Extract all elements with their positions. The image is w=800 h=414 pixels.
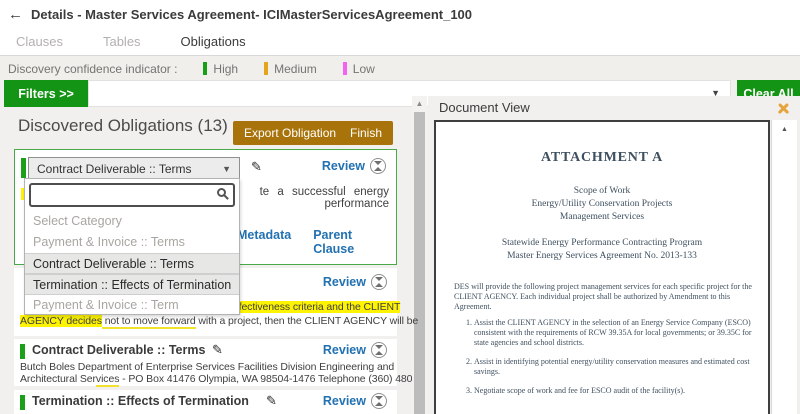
obligation-text-line: Architectural Services - PO Box 41476 Ol… [20, 373, 416, 385]
page-title: Details - Master Services Agreement- ICI… [31, 7, 472, 22]
pending-review-hourglass-icon [371, 342, 387, 358]
discovered-obligations-heading: Discovered Obligations (13) [18, 116, 228, 136]
obligation-card-3: Contract Deliverable :: Terms ✎ Review B… [14, 339, 397, 386]
dropdown-option-payment-invoice-term[interactable]: Payment & Invoice :: Term [25, 295, 239, 315]
document-scrollbar[interactable]: ▲ [771, 120, 797, 414]
underlined-text: not to move forward [102, 315, 196, 329]
confidence-indicator-bar: Discovery confidence indicator : High Me… [0, 57, 800, 80]
app-window: ← Details - Master Services Agreement- I… [0, 0, 800, 414]
review-link[interactable]: Review [323, 394, 366, 408]
plain-text: with a project, then the CLIENT AGENCY w… [196, 315, 419, 327]
category-select-value: Contract Deliverable :: Terms [37, 162, 192, 176]
doc-heading: ATTACHMENT A [436, 150, 768, 166]
scroll-up-arrow-icon[interactable]: ▲ [772, 126, 797, 133]
plain-text: Architectural Ser [20, 373, 96, 385]
parent-clause-link[interactable]: Parent Clause [313, 228, 396, 256]
underlined-text: vices [96, 373, 119, 387]
chevron-down-icon: ▼ [222, 164, 231, 174]
high-confidence-swatch-icon [203, 62, 207, 75]
edit-pencil-icon[interactable]: ✎ [212, 342, 223, 358]
document-view-title: Document View [439, 100, 530, 115]
low-confidence-swatch-icon [343, 62, 347, 75]
document-view-header: Document View [428, 96, 800, 120]
doc-list-item: Assist in identifying potential energy/u… [474, 357, 754, 377]
high-confidence-label: High [213, 62, 238, 76]
doc-subtitle: Scope of Work [436, 186, 768, 196]
obligation-card-4: Termination :: Effects of Termination ✎ … [14, 390, 397, 414]
pending-review-hourglass-icon [371, 393, 387, 409]
back-arrow-icon[interactable]: ← [8, 6, 23, 23]
edit-pencil-icon[interactable]: ✎ [251, 159, 262, 175]
confidence-label: Discovery confidence indicator : [8, 62, 177, 76]
dropdown-option-contract-deliverable-terms[interactable]: Contract Deliverable :: Terms [25, 253, 239, 274]
close-icon[interactable] [776, 101, 791, 116]
review-control: Review [323, 274, 387, 290]
review-link[interactable]: Review [322, 159, 365, 173]
review-control: Review [323, 342, 387, 358]
high-confidence-bar-icon [21, 158, 26, 178]
edit-pencil-icon[interactable]: ✎ [266, 393, 277, 409]
filters-button[interactable]: Filters >> [4, 80, 88, 107]
top-bar: ← Details - Master Services Agreement- I… [0, 0, 800, 56]
category-title: Termination :: Effects of Termination [32, 394, 249, 408]
plain-text: - PO Box 41476 Olympia, WA 98504-1476 Te… [119, 373, 415, 385]
obligation-text-line: Butch Boles Department of Enterprise Ser… [20, 361, 394, 373]
category-title: Contract Deliverable :: Terms [32, 343, 205, 357]
finish-button[interactable]: Finish [339, 121, 393, 145]
doc-intro-paragraph: DES will provide the following project m… [454, 282, 752, 312]
dropdown-search [29, 183, 235, 207]
document-content: ATTACHMENT A Scope of Work Energy/Utilit… [436, 122, 768, 414]
category-dropdown-popup: Select Category Payment & Invoice :: Ter… [24, 178, 240, 315]
doc-list-item: Assist the CLIENT AGENCY in the selectio… [474, 318, 754, 348]
search-input[interactable] [29, 183, 235, 207]
doc-program-line: Master Energy Services Agreement No. 201… [436, 251, 768, 261]
review-link[interactable]: Review [323, 275, 366, 289]
search-icon [217, 188, 226, 197]
highlighted-text: ffectiveness criteria and the CLIENT [236, 301, 400, 313]
dropdown-option-payment-invoice-terms[interactable]: Payment & Invoice :: Terms [25, 232, 239, 253]
obligation-text-line: ffectiveness criteria and the CLIENT [236, 301, 400, 313]
review-control: Review [322, 158, 386, 174]
doc-list-item: Negotiate scope of work and fee for ESCO… [474, 386, 754, 396]
medium-confidence-label: Medium [274, 62, 317, 76]
dropdown-option-termination-effects[interactable]: Termination :: Effects of Termination [25, 274, 239, 295]
review-control: Review [323, 393, 387, 409]
scrollbar-thumb[interactable] [414, 112, 425, 414]
high-confidence-bar-icon [20, 344, 25, 359]
obligation-text-line: AGENCY decides not to move forward with … [20, 315, 418, 327]
pending-review-hourglass-icon [370, 158, 386, 174]
low-confidence-label: Low [353, 62, 375, 76]
title-row: ← Details - Master Services Agreement- I… [8, 6, 472, 23]
review-link[interactable]: Review [323, 343, 366, 357]
doc-numbered-list: Assist the CLIENT AGENCY in the selectio… [460, 318, 754, 405]
highlighted-text: AGENCY decides [20, 315, 102, 327]
card-links: Metadata Parent Clause [237, 228, 396, 256]
document-page: ATTACHMENT A Scope of Work Energy/Utilit… [434, 120, 770, 414]
obligations-scrollbar[interactable]: ▲ [412, 96, 427, 414]
dropdown-option-select-category[interactable]: Select Category [25, 211, 239, 232]
scroll-up-arrow-icon[interactable]: ▲ [412, 99, 427, 108]
high-confidence-bar-icon [20, 395, 25, 410]
doc-subtitle: Management Services [436, 212, 768, 222]
category-select[interactable]: Contract Deliverable :: Terms ▼ [28, 157, 240, 180]
doc-subtitle: Energy/Utility Conservation Projects [436, 199, 768, 209]
pending-review-hourglass-icon [371, 274, 387, 290]
metadata-link[interactable]: Metadata [237, 228, 291, 256]
obligation-snippet: te a successful energy performance [227, 186, 389, 210]
medium-confidence-swatch-icon [264, 62, 268, 75]
doc-program-line: Statewide Energy Performance Contracting… [436, 238, 768, 248]
